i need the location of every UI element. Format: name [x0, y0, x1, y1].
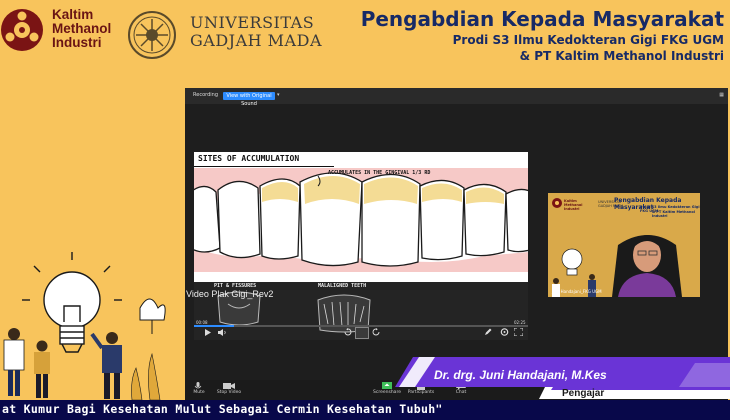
ugm-wordmark: UNIVERSITAS GADJAH MADA — [190, 14, 322, 50]
kaltim-methanol-logo-icon — [552, 198, 562, 208]
speaker-video-thumbnail[interactable]: Kaltim Methanol Industri UNIVERSITAS GAD… — [548, 193, 700, 297]
chevron-down-icon[interactable]: ▾ — [277, 92, 280, 98]
volume-icon[interactable] — [218, 329, 227, 336]
event-subtitle-2: & PT Kaltim Methanol Industri — [519, 49, 724, 63]
event-subtitle-1: Prodi S3 Ilmu Kedokteran Gigi FKG UGM — [452, 33, 724, 47]
settings-icon[interactable] — [500, 328, 509, 336]
speaker-portrait — [552, 235, 682, 297]
pencil-icon[interactable] — [484, 328, 492, 336]
video-title: Video Plak Gigi_Rev2 — [186, 289, 274, 299]
kmi-line-2: Methanol — [52, 21, 112, 36]
participant-name: Juni Handajani_FKG UGM — [552, 289, 602, 294]
share-screen-icon[interactable] — [382, 382, 392, 390]
camera-icon[interactable] — [223, 382, 235, 390]
kmi-line-1: Kaltim — [52, 7, 94, 22]
ugm-line-1: UNIVERSITAS — [190, 13, 315, 32]
replay-icon[interactable] — [344, 328, 352, 336]
slide-title: SITES OF ACCUMULATION — [198, 154, 300, 163]
fullscreen-icon[interactable] — [514, 328, 523, 336]
ugm-seal-icon — [128, 11, 176, 59]
play-icon[interactable] — [204, 329, 212, 336]
video-progress-fill — [194, 325, 235, 327]
speaker-role: Pengajar — [562, 388, 605, 399]
mute-button[interactable]: Mute — [185, 390, 213, 395]
microphone-icon[interactable] — [193, 382, 203, 390]
ugm-line-2: GADJAH MADA — [190, 31, 322, 50]
recording-indicator: Recording — [193, 92, 219, 98]
speaker-name: Dr. drg. Juni Handajani, M.Kes — [434, 368, 607, 382]
kmi-wordmark: Kaltim Methanol Industri — [52, 8, 111, 50]
shared-slide: SITES OF ACCUMULATION ACCUMULATES IN THE… — [194, 152, 528, 282]
pause-button[interactable] — [355, 327, 369, 339]
malaligned-teeth-label: MALALIGNED TEETH — [318, 283, 367, 289]
view-menu-icon[interactable]: ▦ — [719, 92, 724, 98]
view-original-sound-button[interactable]: View with Original Sound — [223, 92, 275, 107]
stop-video-button[interactable]: Stop Video — [215, 390, 243, 395]
forward-icon[interactable] — [372, 328, 380, 336]
event-header: Pengabdian Kepada Masyarakat Prodi S3 Il… — [361, 6, 724, 64]
kaltim-methanol-logo-icon — [1, 9, 43, 51]
thumb-kmi-text: Kaltim Methanol Industri — [564, 199, 583, 211]
slide-title-underline — [194, 166, 334, 167]
kmi-line-3: Industri — [52, 35, 102, 50]
ticker-text: at Kumur Bagi Kesehatan Mulut Sebagai Ce… — [2, 402, 443, 416]
event-title: Pengabdian Kepada Masyarakat — [360, 7, 724, 31]
lightbulb-illustration — [3, 252, 166, 400]
slide-annotation: ACCUMULATES IN THE GINGIVAL 1/3 RD — [328, 170, 431, 176]
